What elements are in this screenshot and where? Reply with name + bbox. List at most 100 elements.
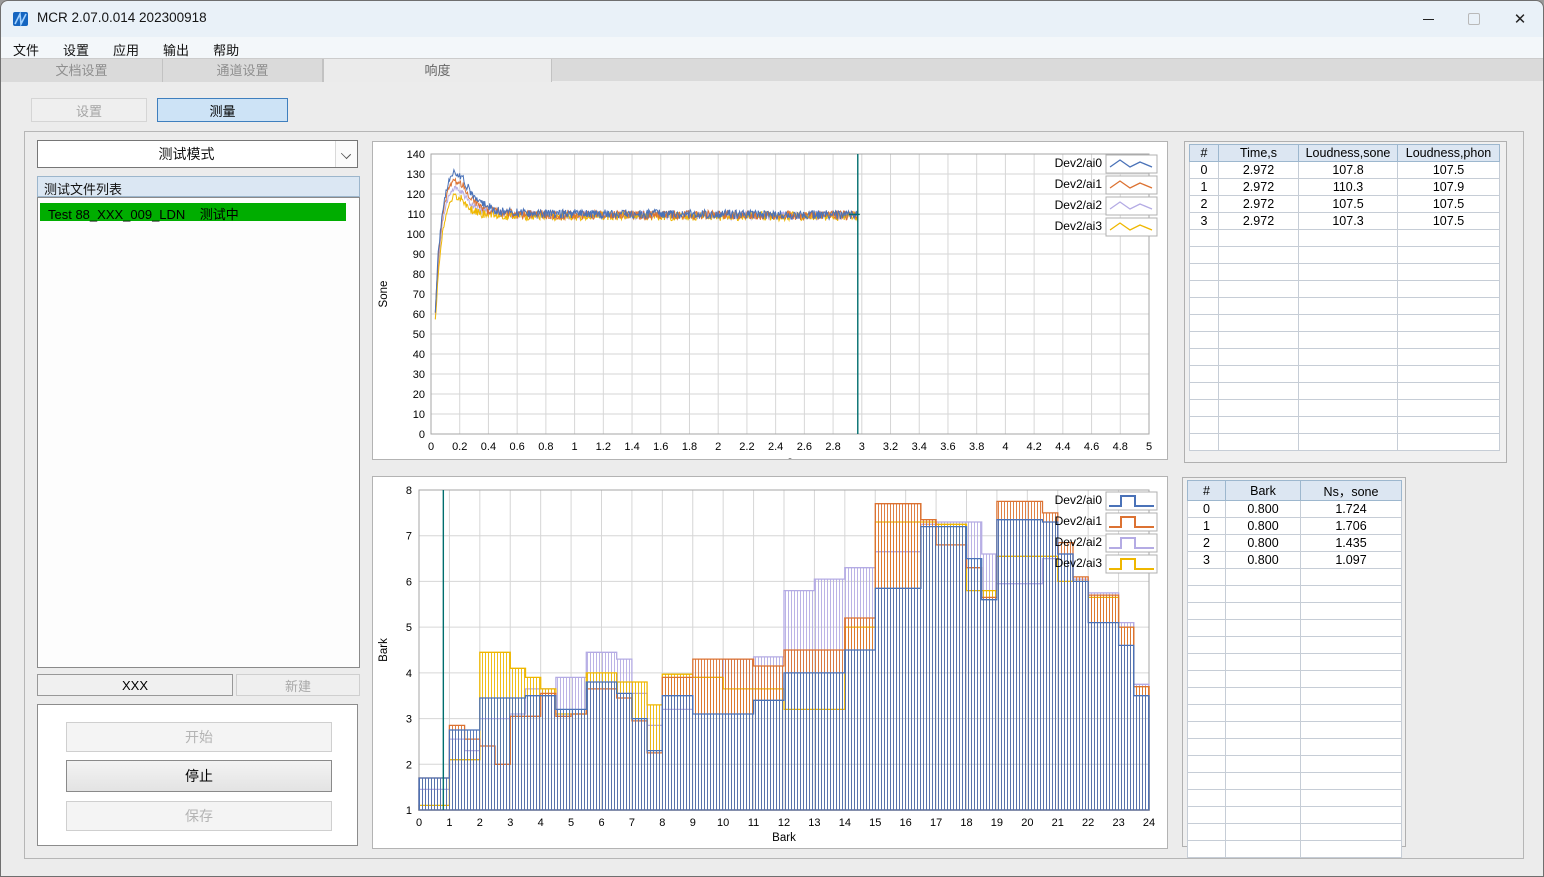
maximize-button[interactable] [1451, 1, 1497, 37]
specific-loudness-chart[interactable]: 0 1 2 3 4 5 6 7 8 9 10 11 12 13 14 15 16 17 18 19 20 21 22 23 24… [373, 477, 1167, 848]
table-cell [1187, 772, 1226, 790]
svg-text:21: 21 [1052, 817, 1064, 829]
control-box: 开始 停止 保存 [37, 704, 358, 846]
empty-row [1187, 568, 1402, 586]
svg-text:15: 15 [869, 817, 881, 829]
svg-text:14: 14 [839, 817, 851, 829]
table-cell: 0 [1189, 161, 1219, 179]
menu-item-1[interactable]: 设置 [51, 37, 101, 59]
table-cell [1397, 263, 1500, 281]
table-cell [1187, 687, 1226, 705]
empty-row [1187, 738, 1402, 756]
table-row[interactable]: 3 0.800 1.097 [1187, 551, 1402, 569]
empty-row [1187, 840, 1402, 858]
svg-text:1.2: 1.2 [596, 441, 611, 453]
table-cell [1189, 416, 1219, 434]
empty-row [1189, 433, 1500, 451]
tab-2[interactable]: 响度 [323, 59, 552, 82]
table-cell [1225, 789, 1301, 807]
svg-text:0: 0 [416, 817, 422, 829]
table-cell [1189, 280, 1219, 298]
table-cell [1397, 399, 1500, 417]
table-row[interactable]: 0 2.972 107.8 107.5 [1189, 161, 1500, 179]
svg-text:8: 8 [659, 817, 665, 829]
subtab-settings-button: 设置 [31, 98, 147, 122]
column-header: Loudness,phon [1397, 144, 1500, 162]
table-cell: 2.972 [1218, 178, 1299, 196]
file-list-header: 测试文件列表 [37, 176, 360, 197]
svg-text:13: 13 [808, 817, 820, 829]
table-cell [1300, 772, 1402, 790]
table-cell [1225, 653, 1301, 671]
svg-text:3: 3 [507, 817, 513, 829]
table-cell [1187, 789, 1226, 807]
table-row[interactable]: 1 0.800 1.706 [1187, 517, 1402, 535]
table-cell: 107.5 [1397, 212, 1500, 230]
table-cell [1218, 348, 1299, 366]
table-row[interactable]: 2 0.800 1.435 [1187, 534, 1402, 552]
table-row[interactable]: 1 2.972 110.3 107.9 [1189, 178, 1500, 196]
table-cell [1218, 416, 1299, 434]
table-cell [1187, 636, 1226, 654]
tab-1[interactable]: 通道设置 [163, 59, 323, 82]
specific-loudness-chart-panel: 0 1 2 3 4 5 6 7 8 9 10 11 12 13 14 15 16 17 18 19 20 21 22 23 24… [372, 476, 1168, 849]
loudness-time-chart[interactable]: 0 0.2 0.4 0.6 0.8 1 1.2 1.4 1.6 1.8 2 2.2 2.4 2.6 2.8 3… [373, 142, 1167, 468]
column-header: Bark [1225, 480, 1301, 501]
table-cell [1218, 365, 1299, 383]
tab-bar: 文档设置 通道设置 响度 [1, 58, 1543, 82]
list-item[interactable]: Test 88_XXX_009_LDN 测试中 [40, 203, 346, 222]
subtab-measure-button[interactable]: 测量 [157, 98, 288, 122]
empty-row [1189, 399, 1500, 417]
loudness-time-chart-panel: 0 0.2 0.4 0.6 0.8 1 1.2 1.4 1.6 1.8 2 2.2 2.4 2.6 2.8 3… [372, 141, 1168, 468]
stop-button[interactable]: 停止 [66, 760, 332, 792]
xxx-button[interactable]: XXX [37, 674, 233, 696]
legend-entry: Dev2/ai2 [1055, 196, 1158, 216]
svg-text:2: 2 [715, 441, 721, 453]
svg-text:s: s [787, 456, 793, 459]
table-cell: 2.972 [1218, 195, 1299, 213]
table-row[interactable]: 2 2.972 107.5 107.5 [1189, 195, 1500, 213]
svg-text:1: 1 [572, 441, 578, 453]
table-cell [1225, 585, 1301, 603]
svg-text:140: 140 [407, 149, 425, 161]
table-cell [1397, 246, 1500, 264]
table-cell [1298, 331, 1398, 349]
empty-row [1189, 314, 1500, 332]
table-cell: 1.097 [1300, 551, 1402, 569]
table-row[interactable]: 3 2.972 107.3 107.5 [1189, 212, 1500, 230]
column-header: # [1187, 480, 1226, 501]
table-cell [1187, 568, 1226, 586]
menu-item-3[interactable]: 输出 [151, 37, 201, 59]
table-cell [1218, 382, 1299, 400]
svg-text:4.2: 4.2 [1026, 441, 1041, 453]
empty-row [1187, 653, 1402, 671]
table-cell [1298, 382, 1398, 400]
svg-text:4.4: 4.4 [1055, 441, 1070, 453]
empty-row [1189, 246, 1500, 264]
empty-row [1187, 806, 1402, 824]
table-cell [1397, 433, 1500, 451]
minimize-button[interactable] [1405, 1, 1451, 37]
test-mode-dropdown[interactable]: 测试模式 [37, 140, 358, 168]
dropdown-button[interactable] [335, 141, 357, 167]
table-cell: 0.800 [1225, 551, 1301, 569]
table-cell [1397, 229, 1500, 247]
tab-0[interactable]: 文档设置 [1, 59, 163, 82]
table-cell [1300, 704, 1402, 722]
table-row[interactable]: 0 0.800 1.724 [1187, 500, 1402, 518]
table-cell [1225, 772, 1301, 790]
table-cell: 0.800 [1225, 517, 1301, 535]
menu-item-4[interactable]: 帮助 [201, 37, 251, 59]
table-cell: 3 [1187, 551, 1226, 569]
test-file-list[interactable]: Test 88_XXX_009_LDN 测试中 [37, 197, 360, 668]
empty-row [1187, 602, 1402, 620]
menu-item-0[interactable]: 文件 [1, 37, 51, 59]
svg-text:4.8: 4.8 [1113, 441, 1128, 453]
svg-text:130: 130 [407, 169, 425, 181]
empty-row [1187, 704, 1402, 722]
svg-text:4: 4 [406, 668, 412, 680]
menu-item-2[interactable]: 应用 [101, 37, 151, 59]
close-button[interactable]: ✕ [1497, 1, 1543, 37]
table-cell: 2.972 [1218, 212, 1299, 230]
empty-row [1187, 636, 1402, 654]
